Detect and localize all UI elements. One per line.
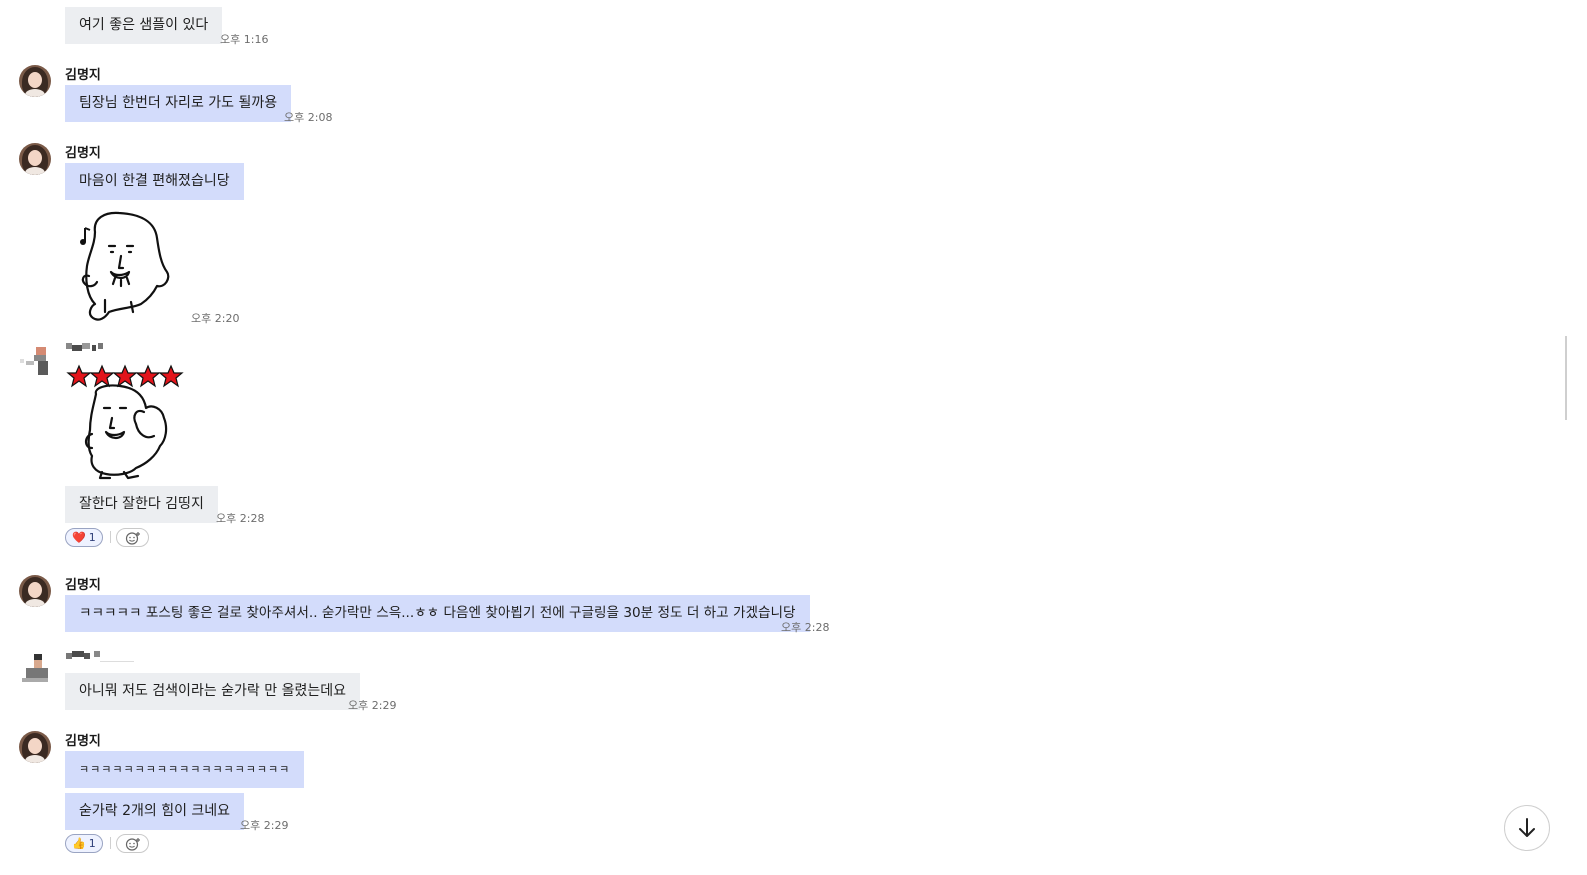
message-bubble[interactable]: 숟가락 2개의 힘이 크네요 (65, 793, 245, 830)
message-bubble[interactable]: ㅋㅋㅋㅋㅋㅋㅋㅋㅋㅋㅋㅋㅋㅋㅋㅋㅋㅋㅋ (65, 751, 305, 788)
message-time: 오후 2:28 (781, 621, 830, 634)
message-bubble[interactable]: 여기 좋은 샘플이 있다 (65, 7, 223, 44)
scroll-to-bottom-button[interactable] (1504, 805, 1550, 851)
smile-plus-icon (125, 837, 140, 851)
add-reaction-button[interactable] (116, 834, 149, 853)
divider (110, 531, 111, 543)
avatar[interactable] (19, 65, 51, 97)
message-time: 오후 2:28 (216, 512, 265, 525)
avatar[interactable] (19, 575, 51, 607)
message-time: 오후 2:29 (348, 699, 397, 712)
add-reaction-button[interactable] (116, 528, 149, 547)
sticker-image[interactable] (66, 364, 184, 482)
arrow-down-icon (1519, 818, 1535, 837)
scrollbar-thumb[interactable] (1565, 336, 1567, 420)
heart-icon: ❤️ (72, 531, 86, 544)
avatar[interactable] (19, 143, 51, 175)
sender-name (66, 343, 104, 355)
message-time: 오후 2:29 (240, 819, 289, 832)
reaction-count: 1 (88, 531, 96, 544)
avatar[interactable] (20, 652, 52, 684)
reaction-count: 1 (88, 837, 96, 850)
sender-name (66, 651, 136, 663)
message-time: 오후 1:16 (220, 33, 269, 46)
sender-name: 김명지 (65, 146, 101, 161)
sender-name: 김명지 (65, 734, 101, 749)
message-time: 오후 2:08 (284, 111, 333, 124)
message-bubble[interactable]: 마음이 한결 편해졌습니당 (65, 163, 244, 200)
avatar[interactable] (19, 731, 51, 763)
message-bubble[interactable]: ㅋㅋㅋㅋㅋ 포스팅 좋은 걸로 찾아주셔서.. 숟가락만 스윽...ㅎㅎ 다음엔… (65, 595, 810, 632)
reaction-chip[interactable]: ❤️ 1 (65, 528, 103, 547)
smile-plus-icon (125, 531, 140, 545)
sender-name: 김명지 (65, 68, 101, 83)
reaction-chip[interactable]: 👍 1 (65, 834, 103, 853)
message-bubble[interactable]: 팀장님 한번더 자리로 가도 될까용 (65, 85, 292, 122)
sender-name: 김명지 (65, 578, 101, 593)
message-time: 오후 2:20 (191, 312, 240, 325)
message-bubble[interactable]: 아니뭐 저도 검색이라는 숟가락 만 올렸는데요 (65, 673, 360, 710)
sticker-image[interactable] (75, 208, 175, 326)
avatar[interactable] (20, 345, 52, 377)
divider (110, 837, 111, 849)
thumbs-up-icon: 👍 (72, 837, 86, 850)
message-bubble[interactable]: 잘한다 잘한다 김띵지 (65, 486, 218, 523)
